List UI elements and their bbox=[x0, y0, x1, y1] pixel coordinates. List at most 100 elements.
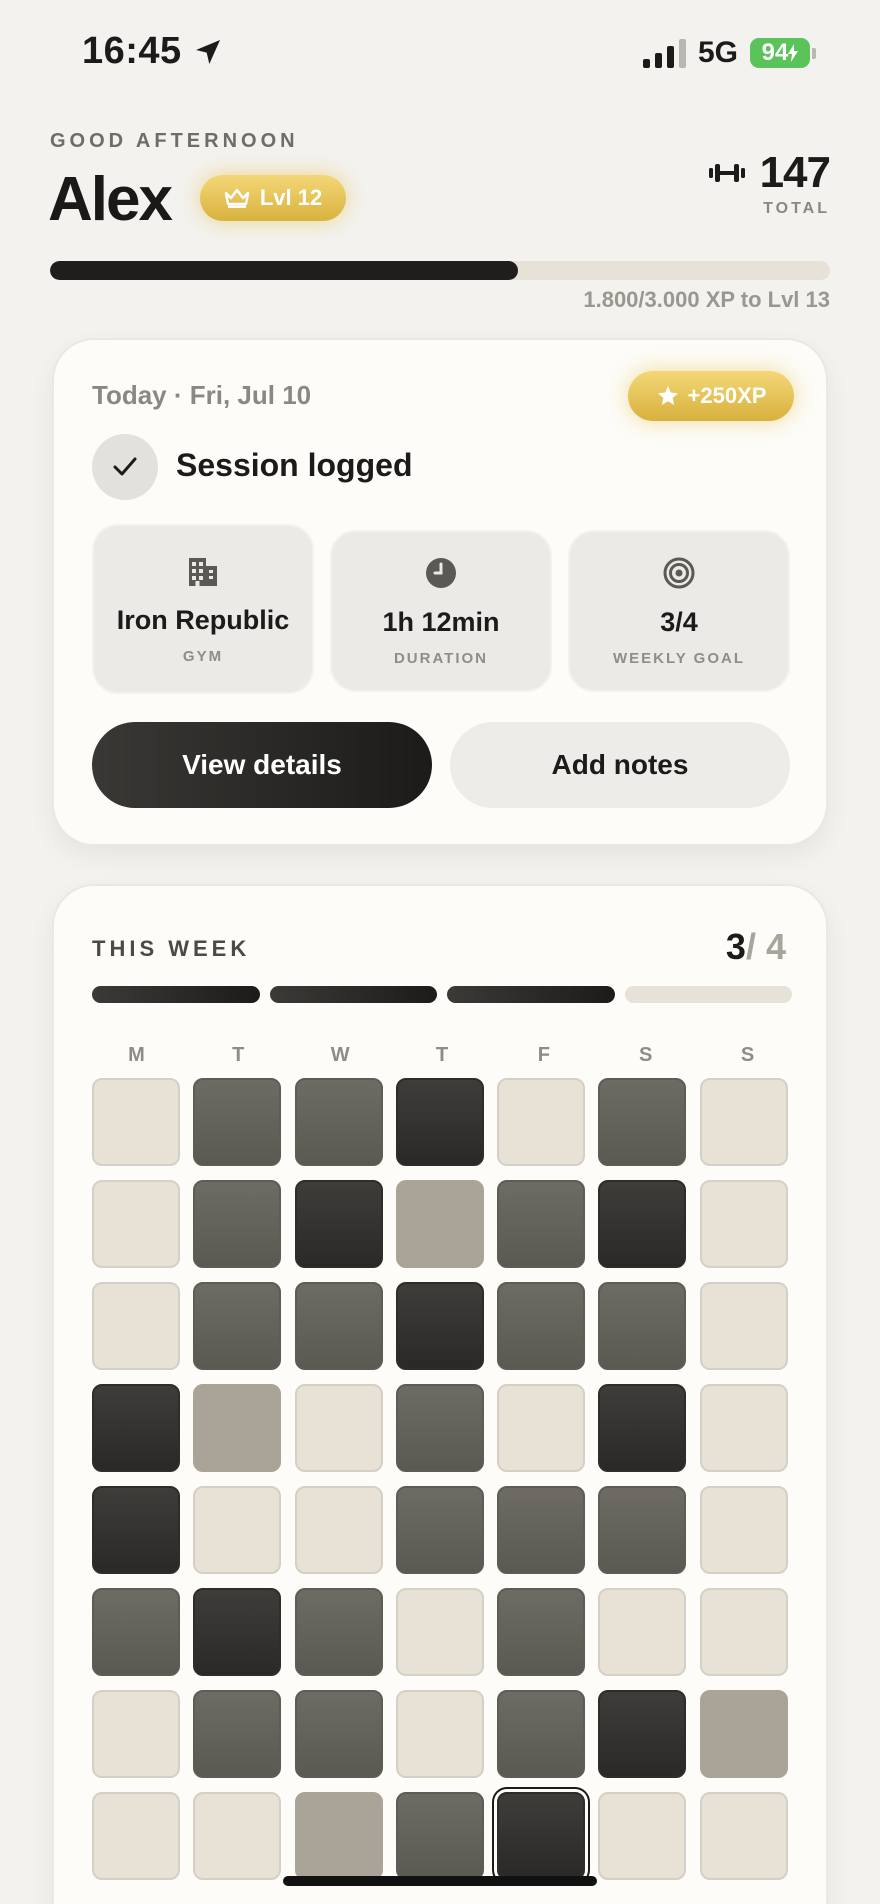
heatmap-cell[interactable] bbox=[598, 1078, 687, 1166]
xp-progress-fill bbox=[50, 261, 518, 280]
heatmap-cell[interactable] bbox=[598, 1792, 687, 1880]
crown-icon bbox=[224, 188, 250, 208]
heatmap-cell[interactable] bbox=[699, 1078, 788, 1166]
heatmap-cell[interactable] bbox=[598, 1588, 687, 1676]
heatmap-cell[interactable] bbox=[395, 1078, 484, 1166]
heatmap-cell[interactable] bbox=[598, 1384, 687, 1472]
add-notes-button[interactable]: Add notes bbox=[450, 722, 790, 808]
heatmap-cell[interactable] bbox=[193, 1486, 282, 1574]
weekday-label: S bbox=[740, 1044, 755, 1066]
xp-award-badge: +250XP bbox=[628, 371, 794, 421]
heatmap-cell[interactable] bbox=[497, 1486, 586, 1574]
session-check-icon bbox=[92, 434, 158, 500]
heatmap-cell[interactable] bbox=[294, 1690, 383, 1778]
duration-label: DURATION bbox=[393, 650, 489, 667]
heatmap-cell[interactable] bbox=[92, 1690, 180, 1778]
heatmap-cell[interactable] bbox=[294, 1078, 383, 1166]
total-workouts: 147 TOTAL bbox=[708, 148, 831, 218]
heatmap-cell[interactable] bbox=[294, 1282, 383, 1370]
heatmap-cell[interactable] bbox=[294, 1384, 383, 1472]
weekday-label: T bbox=[232, 1044, 245, 1066]
weekday-labels: MTWTFSS bbox=[92, 1044, 792, 1067]
heatmap-cell[interactable] bbox=[497, 1078, 586, 1166]
heatmap-cell[interactable] bbox=[699, 1792, 788, 1880]
stat-tile-duration: 1h 12min DURATION bbox=[330, 530, 552, 692]
heatmap-cell[interactable] bbox=[699, 1588, 788, 1676]
heatmap-cell[interactable] bbox=[699, 1180, 788, 1268]
weekly-goal-label: WEEKLY GOAL bbox=[612, 650, 746, 667]
heatmap-cell[interactable] bbox=[395, 1384, 484, 1472]
duration-value: 1h 12min bbox=[382, 607, 500, 637]
week-progress-count: 3/ 4 bbox=[726, 926, 786, 968]
heatmap-cell[interactable] bbox=[699, 1282, 788, 1370]
heatmap-cell[interactable] bbox=[92, 1180, 180, 1268]
heatmap-cell[interactable] bbox=[497, 1282, 586, 1370]
star-icon bbox=[657, 386, 678, 405]
heatmap-cell[interactable] bbox=[395, 1588, 484, 1676]
heatmap-cell[interactable] bbox=[92, 1384, 180, 1472]
week-segment bbox=[92, 986, 260, 1003]
heatmap-cell[interactable] bbox=[92, 1588, 180, 1676]
heatmap-cell[interactable] bbox=[497, 1180, 586, 1268]
xp-award-text: +250XP bbox=[687, 383, 767, 408]
heatmap-cell[interactable] bbox=[395, 1690, 484, 1778]
heatmap-cell[interactable] bbox=[497, 1384, 586, 1472]
heatmap-cell[interactable] bbox=[598, 1690, 687, 1778]
heatmap-cell[interactable] bbox=[497, 1588, 586, 1676]
heatmap-cell[interactable] bbox=[497, 1792, 586, 1880]
activity-heatmap bbox=[92, 1078, 792, 1880]
heatmap-cell[interactable] bbox=[598, 1180, 687, 1268]
heatmap-cell[interactable] bbox=[699, 1690, 788, 1778]
week-count-separator: / bbox=[745, 926, 756, 967]
heatmap-cell[interactable] bbox=[193, 1282, 282, 1370]
view-details-button[interactable]: View details bbox=[92, 722, 432, 808]
heatmap-cell[interactable] bbox=[92, 1282, 180, 1370]
status-time-text: 16:45 bbox=[82, 30, 182, 72]
charging-bolt-icon bbox=[788, 44, 799, 62]
status-bar: 16:45 5G 94 bbox=[0, 0, 880, 104]
weekday-label: F bbox=[537, 1044, 550, 1066]
heatmap-cell[interactable] bbox=[598, 1282, 687, 1370]
heatmap-cell[interactable] bbox=[395, 1486, 484, 1574]
level-badge[interactable]: Lvl 12 bbox=[200, 175, 346, 221]
heatmap-cell[interactable] bbox=[193, 1180, 282, 1268]
heatmap-cell[interactable] bbox=[193, 1384, 282, 1472]
total-label: TOTAL bbox=[763, 200, 830, 217]
home-indicator[interactable] bbox=[283, 1876, 597, 1886]
heatmap-cell[interactable] bbox=[294, 1792, 383, 1880]
week-segment bbox=[624, 986, 792, 1003]
weekly-goal-value: 3/4 bbox=[660, 607, 698, 637]
battery-level: 94 bbox=[761, 39, 789, 66]
heatmap-cell[interactable] bbox=[699, 1486, 788, 1574]
heatmap-cell[interactable] bbox=[193, 1588, 282, 1676]
heatmap-cell[interactable] bbox=[395, 1792, 484, 1880]
gym-label: GYM bbox=[182, 648, 224, 665]
heatmap-cell[interactable] bbox=[294, 1588, 383, 1676]
weekday-label: T bbox=[435, 1044, 449, 1066]
weekday-label: W bbox=[330, 1044, 350, 1066]
xp-progress-text: 1.800/3.000 XP to Lvl 13 bbox=[583, 287, 830, 312]
status-time: 16:45 bbox=[82, 30, 224, 73]
level-text: Lvl 12 bbox=[259, 185, 323, 210]
heatmap-cell[interactable] bbox=[699, 1384, 788, 1472]
session-status: Session logged bbox=[176, 447, 413, 483]
battery-icon: 94 bbox=[750, 38, 816, 68]
heatmap-cell[interactable] bbox=[497, 1690, 586, 1778]
heatmap-cell[interactable] bbox=[598, 1486, 687, 1574]
heatmap-cell[interactable] bbox=[92, 1486, 180, 1574]
greeting-text: GOOD AFTERNOON bbox=[50, 130, 299, 152]
weekday-label: M bbox=[128, 1044, 145, 1066]
heatmap-cell[interactable] bbox=[294, 1486, 383, 1574]
heatmap-cell[interactable] bbox=[193, 1078, 282, 1166]
heatmap-cell[interactable] bbox=[395, 1282, 484, 1370]
heatmap-cell[interactable] bbox=[193, 1792, 282, 1880]
heatmap-cell[interactable] bbox=[193, 1690, 282, 1778]
heatmap-cell[interactable] bbox=[92, 1078, 180, 1166]
heatmap-cell[interactable] bbox=[395, 1180, 484, 1268]
week-segment bbox=[269, 986, 437, 1003]
week-done-count: 3 bbox=[725, 926, 746, 967]
week-progress-segments bbox=[92, 986, 792, 1003]
heatmap-cell[interactable] bbox=[294, 1180, 383, 1268]
user-name: Alex bbox=[48, 165, 173, 234]
heatmap-cell[interactable] bbox=[92, 1792, 180, 1880]
